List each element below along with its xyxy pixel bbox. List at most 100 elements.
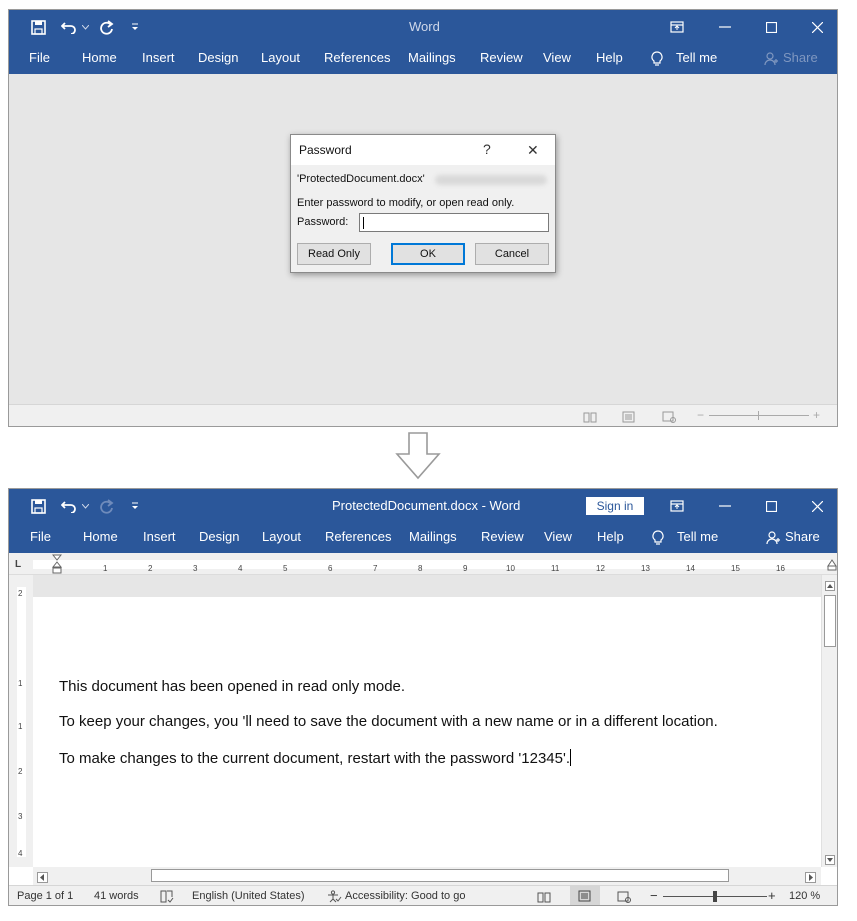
lightbulb-icon	[649, 44, 665, 74]
page-count[interactable]: Page 1 of 1	[17, 890, 73, 902]
tab-home[interactable]: Home	[83, 523, 118, 553]
accessibility-status[interactable]: Accessibility: Good to go	[345, 890, 465, 902]
tab-review[interactable]: Review	[481, 523, 524, 553]
tab-design[interactable]: Design	[199, 523, 239, 553]
undo-dropdown-icon[interactable]	[80, 10, 90, 44]
password-input[interactable]	[359, 213, 549, 232]
horizontal-scrollbar[interactable]	[33, 867, 821, 885]
undo-icon[interactable]	[59, 10, 79, 44]
minimize-icon[interactable]	[713, 10, 737, 44]
scroll-down-icon[interactable]	[825, 852, 835, 870]
ribbon-tabs: File Home Insert Design Layout Reference…	[9, 523, 837, 553]
zoom-level[interactable]: 120 %	[789, 890, 820, 902]
read-only-button[interactable]: Read Only	[297, 243, 371, 265]
close-icon[interactable]	[805, 489, 829, 523]
web-layout-icon[interactable]	[662, 410, 676, 426]
tab-mailings[interactable]: Mailings	[408, 44, 456, 74]
scroll-up-icon[interactable]	[825, 578, 835, 596]
dialog-close-icon[interactable]: ✕	[527, 142, 539, 159]
page-gap	[33, 575, 821, 597]
ribbon-tabs: File Home Insert Design Layout Reference…	[9, 44, 837, 74]
word-count[interactable]: 41 words	[94, 890, 139, 902]
web-layout-icon[interactable]	[617, 890, 631, 905]
minimize-icon[interactable]	[713, 489, 737, 523]
zoom-in-icon[interactable]: +	[813, 408, 820, 422]
paragraph-1[interactable]: This document has been opened in read on…	[59, 678, 405, 695]
zoom-slider-thumb[interactable]	[713, 891, 717, 902]
paragraph-3[interactable]: To make changes to the current document,…	[59, 749, 572, 767]
vertical-ruler[interactable]: 2 1 1 2 3 4	[9, 575, 33, 867]
tab-references[interactable]: References	[324, 44, 390, 74]
language[interactable]: English (United States)	[192, 890, 305, 902]
tab-file[interactable]: File	[29, 44, 50, 74]
close-icon[interactable]	[805, 10, 829, 44]
zoom-slider-center-tick	[758, 411, 759, 420]
read-mode-icon[interactable]	[537, 890, 551, 905]
document-canvas[interactable]: This document has been opened in read on…	[33, 575, 821, 867]
zoom-out-icon[interactable]: −	[650, 888, 658, 903]
tab-file[interactable]: File	[30, 523, 51, 553]
paragraph-2[interactable]: To keep your changes, you 'll need to sa…	[59, 713, 718, 730]
tab-home[interactable]: Home	[82, 44, 117, 74]
horizontal-scroll-thumb[interactable]	[151, 869, 729, 882]
vertical-scroll-thumb[interactable]	[824, 595, 836, 647]
share-button[interactable]: Share	[785, 523, 820, 553]
tab-mailings[interactable]: Mailings	[409, 523, 457, 553]
ribbon-display-options-icon[interactable]	[665, 489, 689, 523]
maximize-icon[interactable]	[759, 10, 783, 44]
tab-design[interactable]: Design	[198, 44, 238, 74]
text-caret	[570, 749, 572, 766]
ok-button[interactable]: OK	[391, 243, 465, 265]
undo-icon[interactable]	[59, 489, 79, 523]
zoom-slider[interactable]	[709, 415, 809, 416]
undo-dropdown-icon[interactable]	[80, 489, 90, 523]
read-mode-icon[interactable]	[583, 410, 597, 426]
tab-help[interactable]: Help	[597, 523, 624, 553]
redo-icon[interactable]	[96, 10, 116, 44]
tell-me-search[interactable]: Tell me	[676, 44, 717, 74]
vertical-scrollbar[interactable]	[821, 575, 837, 870]
ribbon-display-options-icon[interactable]	[665, 10, 689, 44]
customize-toolbar-icon[interactable]	[127, 489, 143, 523]
zoom-in-icon[interactable]: +	[768, 888, 776, 903]
tab-help[interactable]: Help	[596, 44, 623, 74]
horizontal-ruler[interactable]: L 1 2 3 4 5 6 7 8 9 10 11 12 13 14 15 16	[9, 553, 837, 575]
ruler-scale: 1 2 3 4 5 6 7 8 9 10 11 12 13 14 15 16	[33, 560, 833, 573]
cancel-button[interactable]: Cancel	[475, 243, 549, 265]
tab-view[interactable]: View	[543, 44, 571, 74]
help-icon[interactable]: ?	[483, 141, 491, 157]
tell-me-search[interactable]: Tell me	[677, 523, 718, 553]
tab-insert[interactable]: Insert	[142, 44, 175, 74]
accessibility-icon[interactable]	[327, 890, 342, 905]
word-window-read-only: ProtectedDocument.docx - Word Sign in Fi…	[8, 488, 838, 906]
status-bar: Page 1 of 1 41 words English (United Sta…	[9, 885, 837, 905]
save-icon[interactable]	[27, 10, 49, 44]
down-arrow-icon	[395, 432, 441, 480]
maximize-icon[interactable]	[759, 489, 783, 523]
redo-icon-disabled	[96, 489, 116, 523]
tab-layout[interactable]: Layout	[262, 523, 301, 553]
dialog-title: Password	[299, 143, 352, 157]
window-title: ProtectedDocument.docx - Word	[332, 498, 521, 513]
sign-in-button[interactable]: Sign in	[586, 497, 644, 515]
tab-references[interactable]: References	[325, 523, 391, 553]
password-dialog: Password ? ✕ 'ProtectedDocument.docx' En…	[290, 134, 556, 273]
window-title: Word	[409, 19, 440, 34]
word-window-password-prompt: Word File Home Insert Design Layout Refe…	[8, 9, 838, 427]
proofing-icon[interactable]	[160, 890, 174, 905]
tab-review[interactable]: Review	[480, 44, 523, 74]
print-layout-icon[interactable]	[622, 410, 635, 426]
zoom-out-icon[interactable]: −	[697, 408, 704, 422]
password-label: Password:	[297, 216, 349, 228]
print-layout-button[interactable]	[570, 886, 600, 905]
lightbulb-icon	[650, 523, 666, 553]
right-indent-marker-icon[interactable]	[827, 558, 837, 576]
tab-selector-icon[interactable]: L	[15, 559, 21, 570]
print-layout-icon	[578, 890, 591, 902]
share-button[interactable]: Share	[783, 44, 818, 74]
tab-layout[interactable]: Layout	[261, 44, 300, 74]
tab-insert[interactable]: Insert	[143, 523, 176, 553]
save-icon[interactable]	[27, 489, 49, 523]
tab-view[interactable]: View	[544, 523, 572, 553]
customize-toolbar-icon[interactable]	[127, 10, 143, 44]
